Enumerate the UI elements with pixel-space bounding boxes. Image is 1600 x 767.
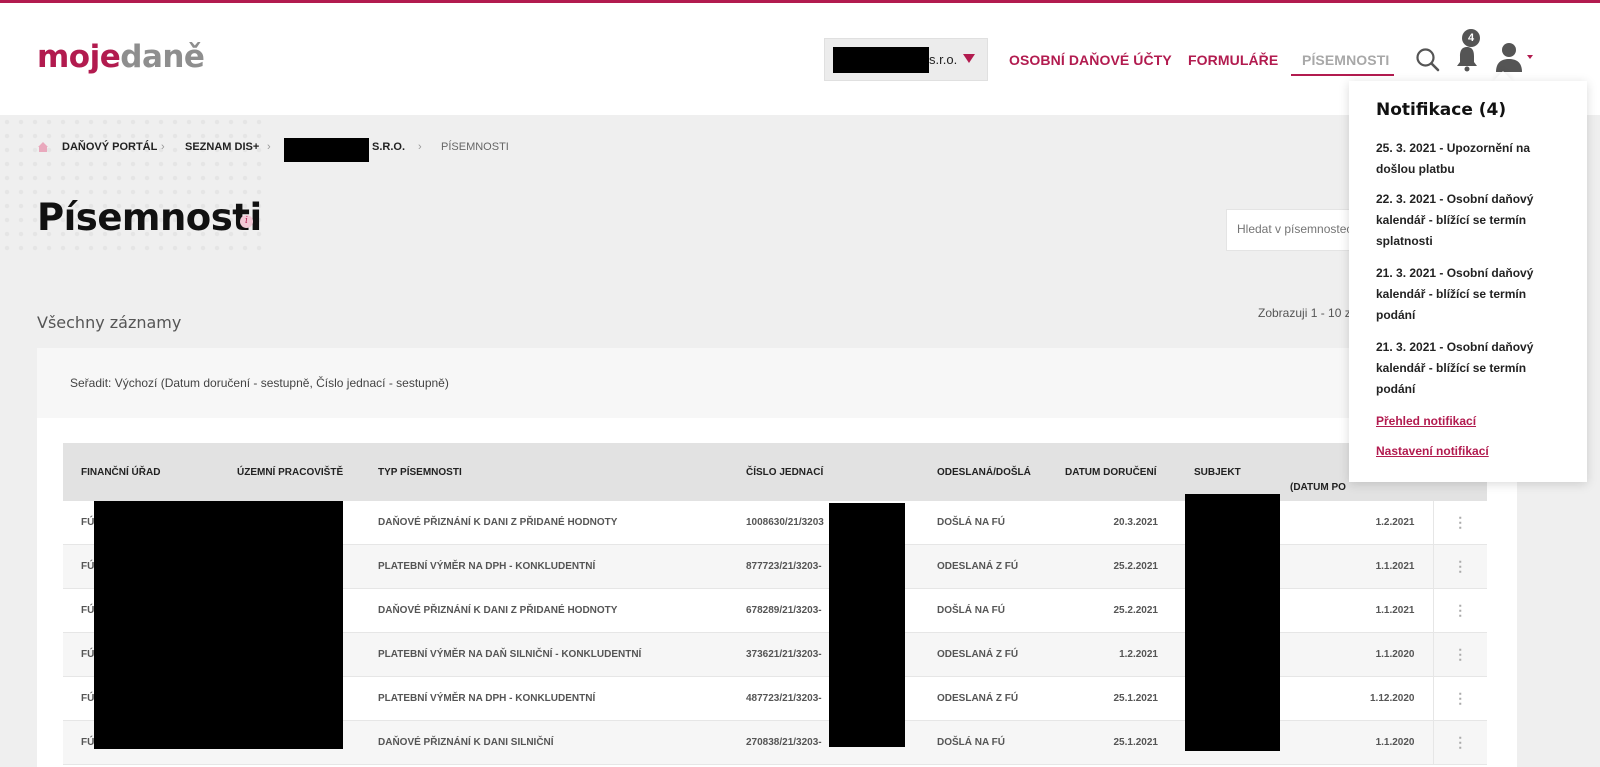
page-title: Písemnosti (37, 196, 262, 239)
sort-label[interactable]: Seřadit: Výchozí (Datum doručení - sestu… (70, 376, 449, 390)
col-datum-doruceni[interactable]: DATUM DORUČENÍ (1047, 443, 1176, 501)
logo-part-dane: daně (120, 39, 205, 75)
sort-bar: Seřadit: Výchozí (Datum doručení - sestu… (37, 348, 1517, 418)
cell-obdobi: 1.2.2021 (1272, 501, 1433, 545)
cell-obdobi: 1.1.2020 (1272, 720, 1433, 765)
info-icon[interactable]: i (240, 215, 253, 228)
row-menu-icon[interactable]: ⋮ (1432, 588, 1487, 633)
col-typ-pisemnosti[interactable]: TYP PÍSEMNOSTI (360, 443, 728, 501)
cell-obdobi: 1.1.2021 (1272, 544, 1433, 589)
cell-smer: DOŠLÁ NA FÚ (919, 588, 1047, 633)
breadcrumb-company[interactable]: S.R.O. (372, 141, 405, 153)
bell-icon[interactable] (1455, 44, 1479, 77)
nav-osobni-danove-ucty[interactable]: OSOBNÍ DAŇOVÉ ÚČTY (1009, 52, 1172, 68)
home-icon[interactable] (37, 141, 49, 156)
row-menu-icon[interactable]: ⋮ (1432, 632, 1487, 677)
notification-item[interactable]: 25. 3. 2021 - Upozornění na došlou platb… (1376, 138, 1566, 180)
cell-typ[interactable]: DAŇOVÉ PŘIZNÁNÍ K DANI Z PŘIDANÉ HODNOTY (360, 588, 728, 633)
notification-item[interactable]: 21. 3. 2021 - Osobní daňový kalendář - b… (1376, 263, 1566, 326)
company-suffix: s.r.o. (929, 52, 958, 67)
col-subjekt[interactable]: SUBJEKT (1176, 443, 1272, 501)
table-header-row: FINANČNÍ ÚŘAD ÚZEMNÍ PRACOVIŠTĚ TYP PÍSE… (63, 443, 1487, 501)
nav-pisemnosti[interactable]: PÍSEMNOSTI (1302, 52, 1389, 68)
notification-item[interactable]: 21. 3. 2021 - Osobní daňový kalendář - b… (1376, 337, 1566, 400)
cell-obdobi: 1.1.2021 (1272, 588, 1433, 633)
cell-doruceni: 25.2.2021 (1047, 544, 1176, 589)
company-select[interactable]: s.r.o. (824, 38, 988, 81)
redacted-reference-suffix (829, 503, 905, 747)
cell-obdobi: 1.12.2020 (1272, 676, 1433, 721)
caret-down-icon (963, 54, 975, 63)
cell-doruceni: 25.2.2021 (1047, 588, 1176, 633)
row-menu-icon[interactable]: ⋮ (1432, 720, 1487, 765)
cell-smer: DOŠLÁ NA FÚ (919, 501, 1047, 545)
cell-typ[interactable]: PLATEBNÍ VÝMĚR NA DAŇ SILNIČNÍ - KONKLUD… (360, 632, 728, 677)
notifications-title: Notifikace (4) (1376, 100, 1507, 120)
notifications-settings-link[interactable]: Nastavení notifikací (1376, 444, 1489, 458)
notification-item[interactable]: 22. 3. 2021 - Osobní daňový kalendář - b… (1376, 189, 1566, 252)
col-odeslana-dosla[interactable]: ODESLANÁ/DOŠLÁ (919, 443, 1047, 501)
row-menu-icon[interactable]: ⋮ (1432, 544, 1487, 589)
col-cislo-jednaci[interactable]: ČÍSLO JEDNACÍ (728, 443, 919, 501)
section-label: Všechny záznamy (37, 313, 182, 332)
cell-doruceni: 20.3.2021 (1047, 501, 1176, 545)
cell-doruceni: 25.1.2021 (1047, 676, 1176, 721)
nav-formulare[interactable]: FORMULÁŘE (1188, 52, 1278, 68)
col-financni-urad[interactable]: FINANČNÍ ÚŘAD (63, 443, 219, 501)
logo-part-moje: moje (37, 39, 121, 75)
cell-smer: ODESLANÁ Z FÚ (919, 632, 1047, 677)
cell-smer: ODESLANÁ Z FÚ (919, 544, 1047, 589)
redacted-company-name (833, 47, 929, 73)
cell-typ[interactable]: PLATEBNÍ VÝMĚR NA DPH - KONKLUDENTNÍ (360, 544, 728, 589)
breadcrumb-danovy-portal[interactable]: DAŇOVÝ PORTÁL (62, 141, 157, 153)
logo[interactable]: mojedaně (37, 39, 205, 75)
breadcrumb-separator: › (418, 141, 422, 153)
notifications-popover: Notifikace (4) 25. 3. 2021 - Upozornění … (1349, 81, 1587, 482)
search-icon[interactable] (1415, 47, 1441, 78)
cell-smer: DOŠLÁ NA FÚ (919, 720, 1047, 765)
paging-info: Zobrazuji 1 - 10 z (1258, 306, 1351, 320)
cell-typ[interactable]: DAŇOVÉ PŘIZNÁNÍ K DANI Z PŘIDANÉ HODNOTY (360, 501, 728, 545)
cell-smer: ODESLANÁ Z FÚ (919, 676, 1047, 721)
breadcrumb-seznam-dis[interactable]: SEZNAM DIS+ (185, 141, 259, 153)
redacted-company-breadcrumb (284, 138, 369, 162)
cell-doruceni: 1.2.2021 (1047, 632, 1176, 677)
breadcrumb-separator: › (161, 141, 165, 153)
row-menu-icon[interactable]: ⋮ (1432, 676, 1487, 721)
notification-count-badge: 4 (1462, 29, 1480, 47)
row-menu-icon[interactable]: ⋮ (1432, 501, 1487, 545)
redacted-office-column (94, 501, 343, 749)
breadcrumb-pisemnosti: PÍSEMNOSTI (441, 141, 509, 153)
cell-typ[interactable]: DAŇOVÉ PŘIZNÁNÍ K DANI SILNIČNÍ (360, 720, 728, 765)
nav-active-underline (1291, 74, 1394, 76)
notifications-overview-link[interactable]: Přehled notifikací (1376, 414, 1476, 428)
cell-typ[interactable]: PLATEBNÍ VÝMĚR NA DPH - KONKLUDENTNÍ (360, 676, 728, 721)
user-icon (1496, 43, 1533, 72)
breadcrumb-separator: › (267, 141, 271, 153)
cell-doruceni: 25.1.2021 (1047, 720, 1176, 765)
redacted-subject-column (1185, 494, 1280, 751)
col-uzemni-pracoviste[interactable]: ÚZEMNÍ PRACOVIŠTĚ (219, 443, 360, 501)
cell-obdobi: 1.1.2020 (1272, 632, 1433, 677)
